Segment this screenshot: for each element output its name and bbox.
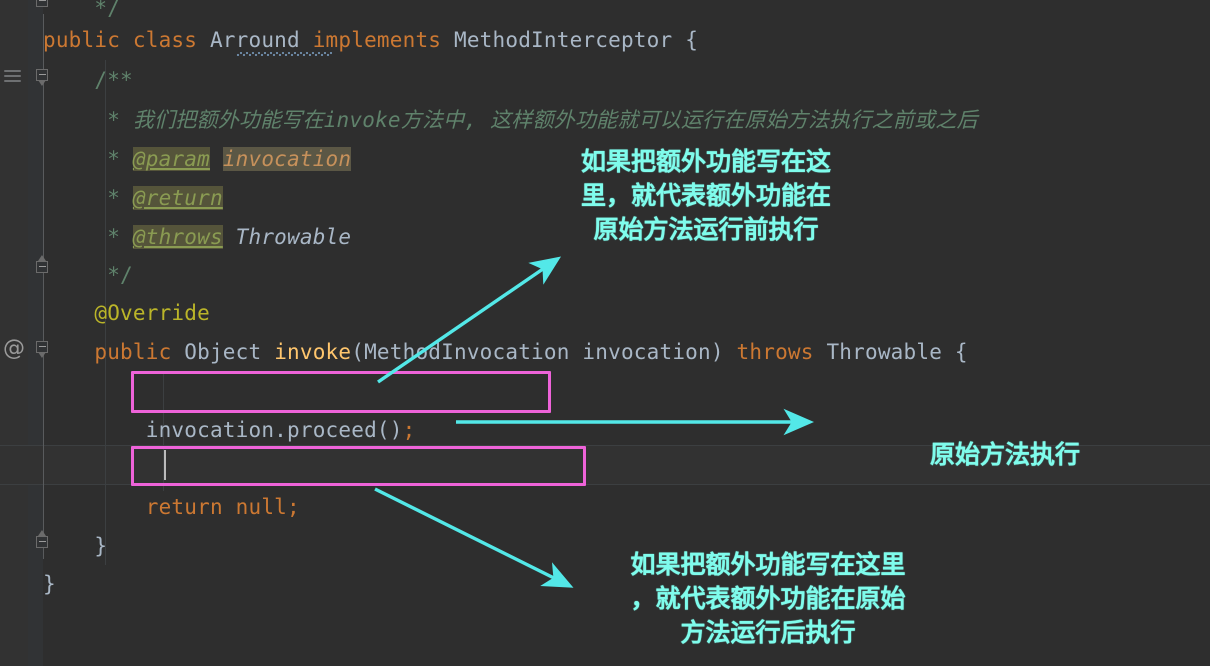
code-token: { — [954, 340, 968, 364]
code-token: */ — [43, 0, 121, 20]
code-line[interactable]: * @return — [43, 178, 223, 218]
proceed-annotation-text: 原始方法执行 — [929, 440, 1080, 469]
code-token: @return — [132, 186, 223, 210]
code-token: Arround — [209, 28, 313, 52]
code-line[interactable]: * 我们把额外功能写在invoke方法中, 这样额外功能就可以运行在原始方法执行… — [43, 100, 978, 140]
code-line[interactable]: * @param invocation — [43, 139, 352, 179]
code-line[interactable]: invocation.proceed(); — [43, 410, 416, 450]
code-line[interactable]: return null; — [43, 487, 300, 527]
code-token: public — [43, 28, 133, 52]
code-token: invocation — [222, 147, 352, 171]
code-token: /** — [43, 68, 133, 92]
after-advice-box — [131, 446, 586, 486]
code-token: } — [43, 534, 108, 558]
code-token: @Override — [43, 301, 210, 325]
code-token: Object — [184, 340, 275, 364]
code-token: @param — [132, 147, 210, 171]
code-token: implements — [312, 28, 454, 52]
code-line[interactable]: @Override — [43, 293, 210, 333]
code-line[interactable]: } — [43, 526, 107, 566]
code-token: (MethodInvocation invocation) — [351, 340, 737, 364]
code-token: invoke — [274, 340, 352, 364]
code-token: ; — [402, 418, 416, 442]
code-token: * — [43, 147, 133, 171]
code-token: throws — [736, 340, 827, 364]
code-token: MethodInterceptor — [454, 28, 686, 52]
code-token: */ — [43, 263, 133, 287]
code-line[interactable]: * @throws Throwable — [43, 217, 351, 257]
code-token: return null; — [43, 495, 300, 519]
code-token: class — [132, 28, 210, 52]
code-line[interactable]: /** — [43, 60, 133, 100]
code-token: * — [43, 186, 133, 210]
code-line[interactable]: public Object invoke(MethodInvocation in… — [43, 332, 968, 372]
editor-fold-column[interactable] — [28, 0, 43, 666]
code-token: } — [43, 572, 56, 596]
before-advice-box — [131, 371, 551, 413]
editor-gutter[interactable] — [0, 0, 28, 666]
code-token: Throwable — [235, 225, 352, 249]
before-advice-annotation-text: 如果把额外功能写在这 里，就代表额外功能在 原始方法运行前执行 — [580, 147, 831, 244]
code-token: { — [685, 28, 699, 52]
code-token: Throwable — [826, 340, 955, 364]
code-line[interactable]: */ — [43, 255, 133, 295]
code-token: invocation.proceed() — [43, 418, 403, 442]
code-token: * — [43, 225, 133, 249]
code-token: 我们把额外功能写在invoke方法中, 这样额外功能就可以运行在原始方法执行之前… — [132, 108, 978, 132]
override-annotation-icon[interactable]: @ — [3, 338, 25, 360]
code-line[interactable]: public class Arround implements MethodIn… — [43, 20, 698, 60]
code-token: @throws — [132, 225, 223, 249]
code-token: public — [43, 340, 185, 364]
code-token: * — [43, 108, 133, 132]
code-line[interactable]: } — [43, 564, 56, 604]
bookmark-lines-icon[interactable] — [4, 70, 21, 85]
code-editor-screenshot: @ */public class Arround implements Meth… — [0, 0, 1210, 666]
spellcheck-wavy-underline — [236, 52, 332, 56]
after-advice-annotation-text: 如果把额外功能写在这里 ，就代表额外功能在原始 方法运行后执行 — [630, 550, 906, 647]
